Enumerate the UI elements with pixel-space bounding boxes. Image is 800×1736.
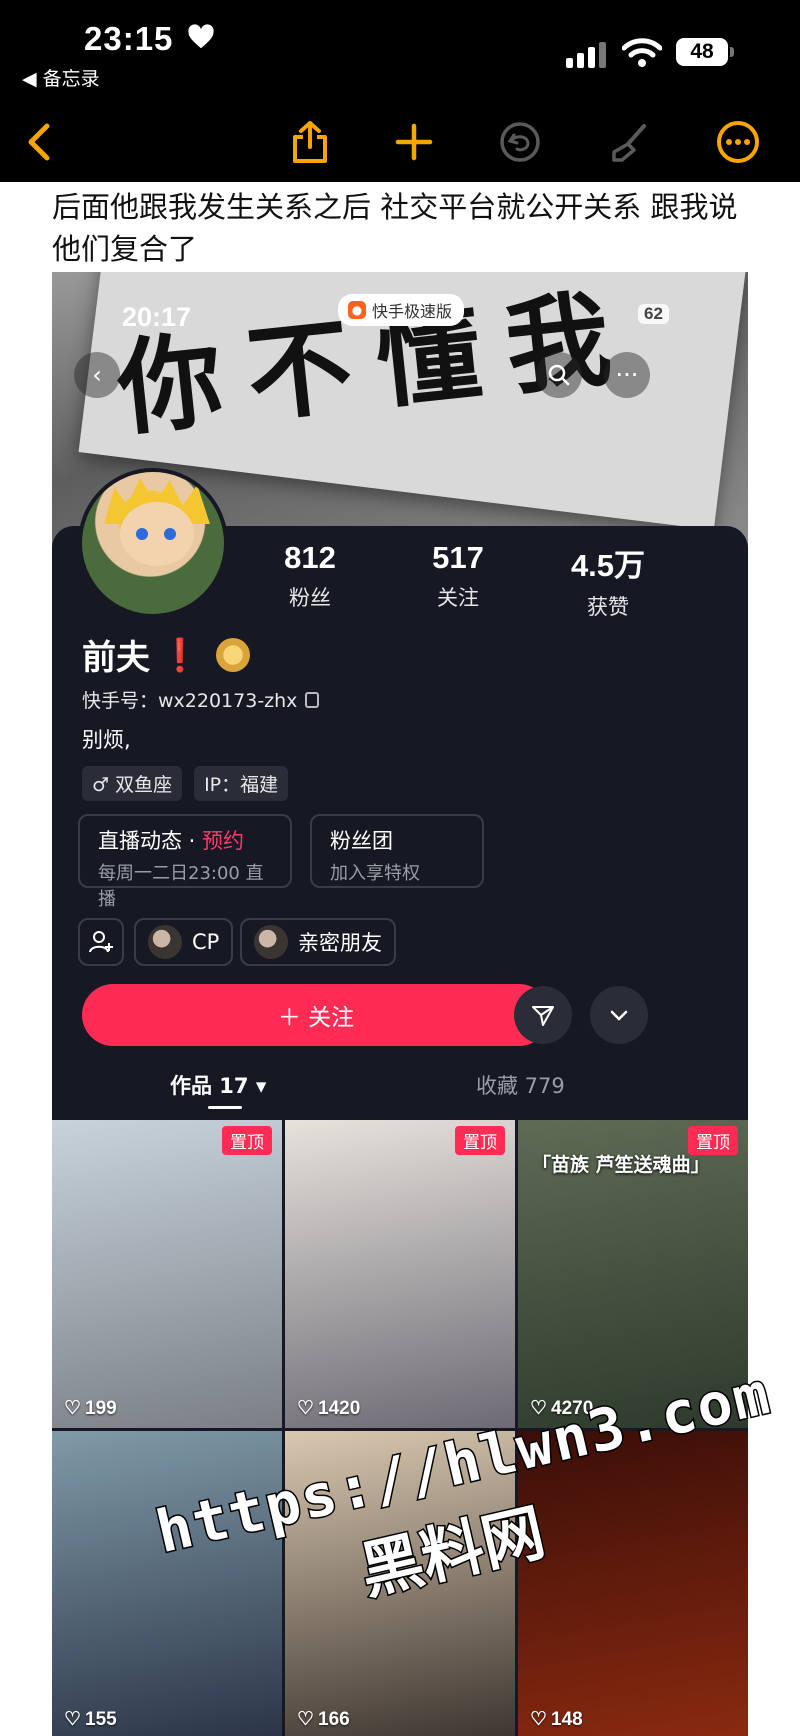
friend-avatar xyxy=(254,925,288,959)
like-count: ♡ 166 xyxy=(297,1708,350,1731)
stat-value: 812 xyxy=(284,540,336,575)
app-pill: ● 快手极速版 xyxy=(338,294,465,326)
send-message-button[interactable] xyxy=(514,986,572,1044)
send-icon xyxy=(532,1006,554,1026)
video-tile[interactable]: ♡ 166 xyxy=(285,1431,515,1736)
tab-works[interactable]: 作品 17 ▾ xyxy=(170,1070,266,1100)
battery-indicator: 48 xyxy=(676,38,728,66)
inner-status-time: 20:17 xyxy=(122,302,192,332)
stat-label: 获赞 xyxy=(587,595,629,619)
video-tile[interactable]: ♡ 155 xyxy=(52,1431,282,1736)
pinned-badge: 置顶 xyxy=(455,1126,505,1155)
stat-value: 517 xyxy=(432,540,484,575)
avatar[interactable] xyxy=(78,468,228,618)
reserve-label: 预约 xyxy=(202,829,245,853)
app-pill-label: 快手极速版 xyxy=(372,302,453,321)
back-chevron-icon[interactable] xyxy=(12,116,64,168)
exclamation-mark: ❗ xyxy=(160,635,200,674)
back-to-app-link[interactable]: ◀ 备忘录 xyxy=(22,64,100,91)
card-title: 粉丝团 xyxy=(330,829,393,853)
video-caption: 「苗族 芦笙送魂曲」 xyxy=(532,1154,710,1176)
add-friend-button[interactable] xyxy=(78,918,124,966)
like-count: ♡ 148 xyxy=(530,1708,583,1731)
back-icon[interactable]: ‹ xyxy=(74,352,120,398)
add-friend-icon xyxy=(89,931,113,953)
avatar-face xyxy=(120,502,194,566)
cp-avatar xyxy=(148,925,182,959)
video-tile[interactable]: 置顶 ♡ 199 xyxy=(52,1120,282,1428)
stat-likes[interactable]: 4.5万 获赞 xyxy=(538,540,678,621)
like-count: ♡ 155 xyxy=(64,1708,117,1731)
like-count-value: 4270 xyxy=(551,1397,594,1419)
name-row: 前夫 ❗ xyxy=(82,630,250,679)
chevron-down-icon xyxy=(610,1010,628,1021)
close-friends-chip[interactable]: 亲密朋友 xyxy=(240,918,396,966)
stat-value: 4.5万 xyxy=(570,548,646,583)
inner-battery: 62 xyxy=(638,304,669,324)
stat-following[interactable]: 517 关注 xyxy=(388,540,528,612)
video-tile[interactable]: ♡ 148 xyxy=(518,1431,748,1736)
fan-club-card[interactable]: 粉丝团 加入享特权 xyxy=(310,814,484,888)
cp-label: CP xyxy=(192,930,220,954)
bio: 别烦, xyxy=(82,728,131,752)
like-count-value: 155 xyxy=(85,1708,117,1730)
tag-zodiac: ♂ 双鱼座 xyxy=(82,766,183,801)
share-icon[interactable] xyxy=(284,116,336,168)
video-grid: 置顶 ♡ 199 置顶 ♡ 1420 置顶 「苗族 芦笙送魂曲」 ♡ 4270 ♡ 15… xyxy=(52,1120,748,1736)
note-body-text[interactable]: 后面他跟我发生关系之后 社交平台就公开关系 跟我说他们复合了 xyxy=(52,186,752,270)
markup-brush-icon[interactable] xyxy=(604,116,656,168)
battery-tip xyxy=(730,47,734,57)
cp-chip[interactable]: CP xyxy=(134,918,234,966)
add-icon[interactable] xyxy=(388,116,440,168)
avatar-eye xyxy=(164,528,176,540)
pinned-badge: 置顶 xyxy=(222,1126,272,1155)
profile-name: 前夫 xyxy=(82,638,150,678)
more-options-icon[interactable]: ··· xyxy=(604,352,650,398)
video-tile[interactable]: 置顶 「苗族 芦笙送魂曲」 ♡ 4270 xyxy=(518,1120,748,1428)
signal-icon xyxy=(566,42,606,68)
stat-label: 关注 xyxy=(437,586,479,610)
heart-icon xyxy=(188,24,214,49)
wifi-icon xyxy=(622,38,662,67)
like-count: ♡ 1420 xyxy=(297,1397,361,1420)
like-count-value: 1420 xyxy=(318,1397,361,1419)
expand-button[interactable] xyxy=(590,986,648,1044)
card-subtitle: 每周一二日23:00 直播 xyxy=(98,863,264,910)
back-app-label: 备忘录 xyxy=(42,68,100,90)
copy-icon[interactable] xyxy=(305,691,320,708)
kuaishou-id: 快手号：wx220173-zhx xyxy=(82,686,320,713)
search-icon[interactable] xyxy=(536,352,582,398)
close-friends-label: 亲密朋友 xyxy=(298,931,382,955)
level-badge-icon[interactable] xyxy=(215,637,250,672)
stat-label: 粉丝 xyxy=(289,586,331,610)
card-title: 直播动态 · xyxy=(98,829,203,853)
tab-favorites[interactable]: 收藏 779 xyxy=(476,1070,565,1100)
more-icon[interactable] xyxy=(712,116,764,168)
card-subtitle: 加入享特权 xyxy=(330,863,420,884)
profile-tags: ♂ 双鱼座 IP：福建 xyxy=(82,766,289,801)
embedded-screenshot: 你不懂我 20:17 ● 快手极速版 62 ‹ ··· 812 粉丝 517 关… xyxy=(52,272,748,1736)
undo-icon[interactable] xyxy=(494,116,546,168)
status-time: 23:15 xyxy=(84,20,174,57)
like-count-value: 148 xyxy=(551,1708,583,1730)
kuaishou-id-text: 快手号：wx220173-zhx xyxy=(82,690,298,712)
kuaishou-logo-icon: ● xyxy=(348,301,366,319)
video-tile[interactable]: 置顶 ♡ 1420 xyxy=(285,1120,515,1428)
follow-button[interactable]: ＋ 关注 xyxy=(82,984,550,1046)
tab-underline xyxy=(208,1106,242,1109)
avatar-eye xyxy=(136,528,148,540)
like-count-value: 166 xyxy=(318,1708,350,1730)
stat-fans[interactable]: 812 粉丝 xyxy=(240,540,380,612)
like-count: ♡ 199 xyxy=(64,1397,117,1420)
live-schedule-card[interactable]: 直播动态 · 预约 每周一二日23:00 直播 xyxy=(78,814,292,910)
like-count: ♡ 4270 xyxy=(530,1397,594,1420)
tag-ip-location: IP：福建 xyxy=(194,766,289,801)
like-count-value: 199 xyxy=(85,1397,117,1419)
